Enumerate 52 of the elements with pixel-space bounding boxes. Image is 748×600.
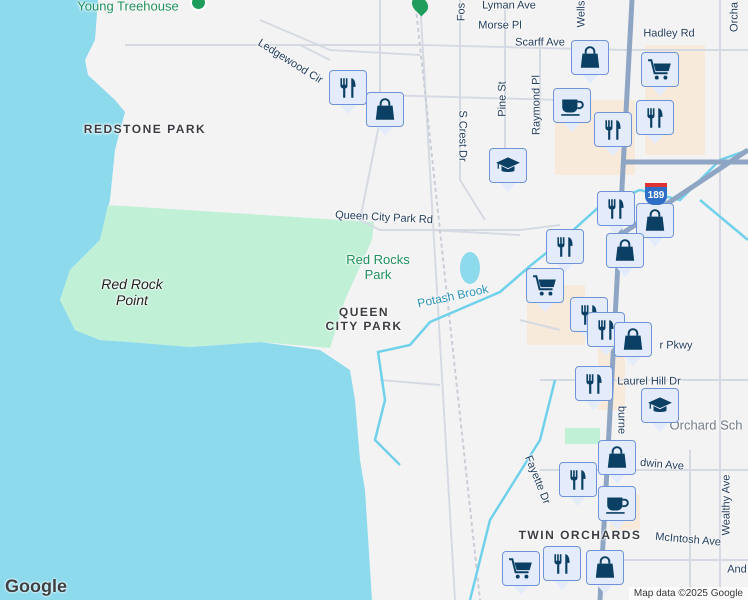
landmark-label: Red Rock Point — [100, 276, 164, 308]
map-marker[interactable] — [597, 191, 635, 235]
map-marker[interactable] — [641, 52, 679, 96]
street-label: r Pkwy — [660, 340, 692, 352]
street-label: Scarff Ave — [515, 36, 565, 50]
street-label: Laurel Hill Dr — [617, 376, 681, 388]
map-marker[interactable] — [575, 366, 613, 410]
park-area — [565, 428, 600, 444]
street-label: Hadley Rd — [643, 28, 695, 40]
map-marker[interactable] — [526, 268, 564, 312]
park-label: Red Rocks Park — [345, 253, 411, 283]
map-marker[interactable] — [502, 551, 540, 595]
street-label: Raymond Pl — [530, 75, 544, 135]
street-label: Pine St — [496, 81, 510, 117]
map-marker[interactable] — [594, 112, 632, 156]
pond — [460, 252, 480, 284]
shopping-cart-icon — [508, 556, 534, 582]
map-marker[interactable] — [489, 148, 527, 192]
shopping-cart-icon — [647, 56, 673, 82]
map-marker[interactable] — [571, 40, 609, 84]
street-label: McIntosh Ave — [654, 530, 722, 550]
map-marker[interactable] — [598, 486, 636, 530]
street-label: Fayette Dr — [522, 454, 552, 506]
street-label: Wealthy Ave — [720, 474, 734, 536]
street-label: Queen City Park Rd — [334, 209, 434, 227]
map-marker[interactable] — [553, 88, 591, 132]
street-label: Lyman Ave — [482, 0, 536, 12]
map-marker[interactable] — [606, 233, 644, 277]
street-label: And — [727, 564, 747, 576]
map-marker[interactable] — [329, 70, 367, 114]
neighborhood-label: QUEEN CITY PARK — [324, 306, 404, 334]
interstate-shield: 189 — [645, 183, 667, 205]
map-marker[interactable] — [586, 550, 624, 594]
street-label: Fos — [456, 2, 468, 22]
street-label: burne — [614, 406, 628, 434]
map-marker[interactable] — [366, 92, 404, 136]
shopping-cart-icon — [532, 272, 558, 298]
map-attribution[interactable]: Map data ©2025 Google — [628, 587, 748, 600]
street-label: S Crest Dr — [456, 110, 468, 162]
waterway-label: Potash Brook — [416, 282, 490, 312]
map-marker[interactable] — [636, 203, 674, 247]
street-label: Orcha — [728, 2, 742, 32]
street-label: Morse Pl — [478, 20, 522, 32]
map-marker[interactable] — [614, 322, 652, 366]
map-marker[interactable] — [598, 440, 636, 484]
street-label: Wells — [576, 0, 588, 28]
map-marker[interactable] — [636, 100, 674, 144]
map-marker[interactable] — [543, 546, 581, 590]
map-marker[interactable] — [559, 462, 597, 506]
map-marker[interactable] — [546, 229, 584, 273]
logo: Google — [5, 576, 67, 597]
street-label: dwin Ave — [640, 456, 684, 474]
